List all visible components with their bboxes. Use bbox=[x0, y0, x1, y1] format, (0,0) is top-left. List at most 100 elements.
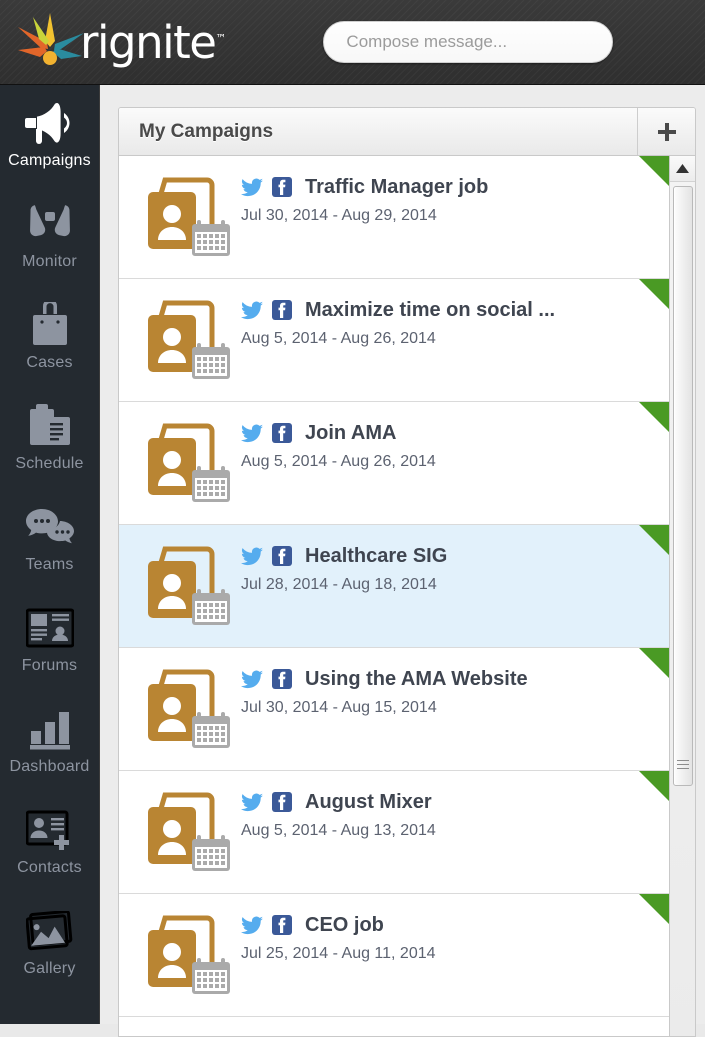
campaign-title-line: Healthcare SIG bbox=[241, 543, 615, 569]
campaign-title-line: Traffic Manager job bbox=[241, 174, 615, 200]
campaign-date-range: Jul 25, 2014 - Aug 11, 2014 bbox=[241, 945, 436, 962]
campaign-title: Traffic Manager job bbox=[305, 175, 489, 198]
campaign-icon bbox=[145, 787, 235, 875]
campaign-icon bbox=[145, 295, 235, 383]
brand-logo[interactable]: rignite™ bbox=[14, 11, 226, 73]
campaign-row[interactable]: Join AMAAug 5, 2014 - Aug 26, 2014» bbox=[119, 402, 695, 525]
sidebar-item-cases[interactable]: Cases bbox=[0, 287, 99, 388]
forums-icon bbox=[25, 602, 74, 654]
sidebar-item-gallery[interactable]: Gallery bbox=[0, 893, 99, 994]
campaign-icon bbox=[145, 418, 235, 506]
sidebar-item-monitor[interactable]: Monitor bbox=[0, 186, 99, 287]
compose-message-input[interactable] bbox=[324, 32, 613, 52]
content-area: My Campaigns Traffic Manager job Jul 30, … bbox=[100, 85, 705, 1037]
sidebar-item-label: Campaigns bbox=[8, 152, 91, 169]
twitter-icon[interactable] bbox=[241, 424, 263, 443]
campaign-title-line: August Mixer bbox=[241, 789, 615, 815]
sidebar-item-label: Contacts bbox=[17, 859, 82, 876]
campaign-card-icon bbox=[148, 300, 230, 379]
campaign-details: Maximize time on social ... Aug 5, 2014 -… bbox=[241, 297, 615, 348]
campaign-row[interactable]: CEO jobJul 25, 2014 - Aug 11, 2014» bbox=[119, 894, 695, 1017]
twitter-icon[interactable] bbox=[241, 301, 263, 320]
campaign-card-icon bbox=[148, 177, 230, 256]
panel-title: My Campaigns bbox=[139, 120, 274, 142]
campaign-title-line: CEO job bbox=[241, 912, 615, 938]
campaign-date-range: Aug 5, 2014 - Aug 26, 2014 bbox=[241, 330, 436, 347]
contact-add-icon bbox=[25, 804, 74, 856]
facebook-icon[interactable] bbox=[272, 669, 292, 689]
briefcase-icon bbox=[30, 299, 70, 351]
binoculars-icon bbox=[25, 198, 75, 250]
campaign-date-range: Aug 5, 2014 - Aug 13, 2014 bbox=[241, 822, 436, 839]
app-header: rignite™ bbox=[0, 0, 705, 85]
campaign-details: August Mixer Aug 5, 2014 - Aug 13, 2014 bbox=[241, 789, 615, 840]
campaign-details: Join AMA Aug 5, 2014 - Aug 26, 2014 bbox=[241, 420, 615, 471]
campaigns-scrollbar[interactable] bbox=[669, 156, 695, 1036]
campaign-card-icon bbox=[148, 792, 230, 871]
scrollbar-grip-icon bbox=[677, 760, 689, 771]
compose-message-box[interactable] bbox=[323, 21, 614, 63]
starburst-logo-icon bbox=[18, 13, 84, 65]
campaign-row[interactable]: Using the AMA Website Jul 30, 2014 - Aug … bbox=[119, 648, 695, 771]
chat-bubbles-icon bbox=[25, 501, 75, 553]
campaign-title: Join AMA bbox=[305, 421, 397, 444]
campaign-card-icon bbox=[148, 423, 230, 502]
campaign-title-line: Using the AMA Website bbox=[241, 666, 615, 692]
sidebar-item-label: Monitor bbox=[22, 253, 77, 270]
facebook-icon[interactable] bbox=[272, 300, 292, 320]
campaign-date-range: Aug 5, 2014 - Aug 26, 2014 bbox=[241, 453, 436, 470]
campaigns-list[interactable]: Traffic Manager job Jul 30, 2014 - Aug 29… bbox=[119, 156, 695, 1036]
facebook-icon[interactable] bbox=[272, 792, 292, 812]
twitter-icon[interactable] bbox=[241, 916, 263, 935]
plus-icon bbox=[657, 122, 676, 141]
campaign-title: Maximize time on social ... bbox=[305, 298, 556, 321]
campaign-icon bbox=[145, 664, 235, 752]
campaign-card-icon bbox=[148, 669, 230, 748]
campaign-row[interactable]: Healthcare SIG Jul 28, 2014 - Aug 18, 201… bbox=[119, 525, 695, 648]
sidebar-item-schedule[interactable]: Schedule bbox=[0, 388, 99, 489]
campaign-details: CEO job Jul 25, 2014 - Aug 11, 2014 bbox=[241, 912, 615, 963]
image-icon bbox=[25, 905, 74, 957]
sidebar-item-label: Schedule bbox=[15, 455, 84, 472]
campaign-row[interactable]: Maximize time on social ... Aug 5, 2014 -… bbox=[119, 279, 695, 402]
sidebar-item-campaigns[interactable]: Campaigns bbox=[0, 85, 99, 186]
chevron-up-icon bbox=[676, 164, 689, 173]
sidebar-item-label: Forums bbox=[21, 657, 78, 674]
campaign-date-range: Jul 30, 2014 - Aug 29, 2014 bbox=[241, 207, 437, 224]
sidebar-item-forums[interactable]: Forums bbox=[0, 590, 99, 691]
facebook-icon[interactable] bbox=[272, 423, 292, 443]
sidebar-item-label: Gallery bbox=[23, 960, 76, 977]
twitter-icon[interactable] bbox=[241, 793, 263, 812]
megaphone-icon bbox=[24, 97, 75, 149]
campaign-details: Traffic Manager job Jul 30, 2014 - Aug 29… bbox=[241, 174, 615, 225]
panel-header: My Campaigns bbox=[119, 108, 695, 156]
campaign-icon bbox=[145, 541, 235, 629]
scrollbar-thumb[interactable] bbox=[673, 186, 693, 786]
add-campaign-button[interactable] bbox=[637, 108, 695, 155]
facebook-icon[interactable] bbox=[272, 177, 292, 197]
twitter-icon[interactable] bbox=[241, 178, 263, 197]
clipboard-icon bbox=[28, 400, 72, 452]
scroll-up-button[interactable] bbox=[670, 156, 695, 182]
twitter-icon[interactable] bbox=[241, 670, 263, 689]
campaign-date-range: Jul 30, 2014 - Aug 15, 2014 bbox=[241, 699, 437, 716]
campaign-row[interactable]: Traffic Manager job Jul 30, 2014 - Aug 29… bbox=[119, 156, 695, 279]
facebook-icon[interactable] bbox=[272, 546, 292, 566]
sidebar-item-label: Teams bbox=[25, 556, 74, 573]
twitter-icon[interactable] bbox=[241, 547, 263, 566]
sidebar-item-label: Cases bbox=[26, 354, 73, 371]
sidebar-item-contacts[interactable]: Contacts bbox=[0, 792, 99, 893]
campaign-details: Using the AMA Website Jul 30, 2014 - Aug … bbox=[241, 666, 615, 717]
sidebar-item-dashboard[interactable]: Dashboard bbox=[0, 691, 99, 792]
campaign-title: Healthcare SIG bbox=[305, 544, 448, 567]
campaign-row[interactable]: August MixerAug 5, 2014 - Aug 13, 2014» bbox=[119, 771, 695, 894]
campaign-details: Healthcare SIG Jul 28, 2014 - Aug 18, 201… bbox=[241, 543, 615, 594]
campaign-title: CEO job bbox=[305, 913, 384, 936]
campaign-title-line: Maximize time on social ... bbox=[241, 297, 615, 323]
campaign-date-range: Jul 28, 2014 - Aug 18, 2014 bbox=[241, 576, 437, 593]
brand-name: rignite™ bbox=[80, 15, 227, 69]
bar-chart-icon bbox=[28, 703, 72, 755]
trademark-mark: ™ bbox=[215, 31, 227, 45]
facebook-icon[interactable] bbox=[272, 915, 292, 935]
sidebar-item-teams[interactable]: Teams bbox=[0, 489, 99, 590]
